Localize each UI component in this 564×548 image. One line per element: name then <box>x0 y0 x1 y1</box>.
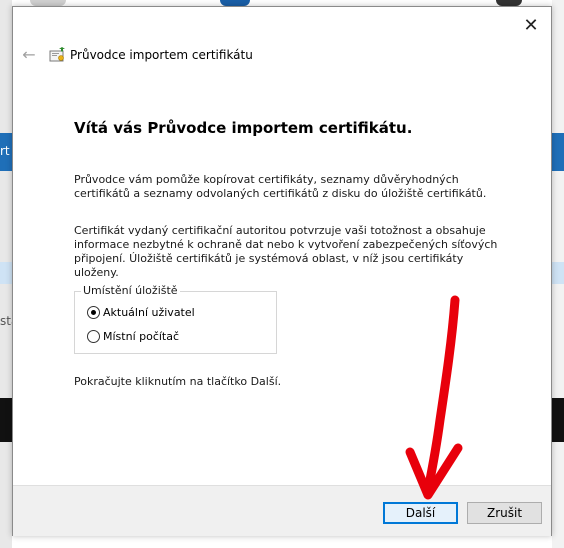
next-button[interactable]: Další <box>383 502 458 524</box>
store-location-label: Umístění úložiště <box>81 284 180 297</box>
close-icon[interactable]: ✕ <box>517 13 545 39</box>
wizard-title: Průvodce importem certifikátu <box>70 48 253 62</box>
background-dark-bar-right <box>552 398 564 442</box>
background-text-left-1: rt <box>0 144 10 158</box>
cancel-button[interactable]: Zrušit <box>467 502 542 524</box>
radio-button-unchecked[interactable] <box>87 330 100 343</box>
certificate-wizard-icon <box>49 47 65 62</box>
continue-instruction: Pokračujte kliknutím na tlačítko Další. <box>74 375 282 388</box>
radio-current-user-label: Aktuální uživatel <box>103 306 195 319</box>
dialog-footer: Další Zrušit <box>13 485 551 536</box>
radio-button-checked[interactable] <box>87 306 100 319</box>
store-location-group: Umístění úložiště Aktuální uživatel Míst… <box>74 284 277 354</box>
background-strip-right <box>552 262 564 284</box>
description-text: Certifikát vydaný certifikační autoritou… <box>74 224 498 279</box>
back-arrow-icon[interactable]: ← <box>19 45 39 65</box>
certificate-import-wizard-dialog: ✕ ← Průvodce importem certifikátu Vítá v… <box>12 6 552 536</box>
welcome-heading: Vítá vás Průvodce importem certifikátu. <box>74 119 413 137</box>
radio-local-machine-label: Místní počítač <box>103 330 180 343</box>
radio-local-machine[interactable]: Místní počítač <box>87 330 179 343</box>
background-blue-bar-right <box>552 133 564 171</box>
radio-current-user[interactable]: Aktuální uživatel <box>87 306 195 319</box>
background-dark-bar-left <box>0 398 12 442</box>
background-strip-left <box>0 262 12 284</box>
intro-text: Průvodce vám pomůže kopírovat certifikát… <box>74 173 487 200</box>
